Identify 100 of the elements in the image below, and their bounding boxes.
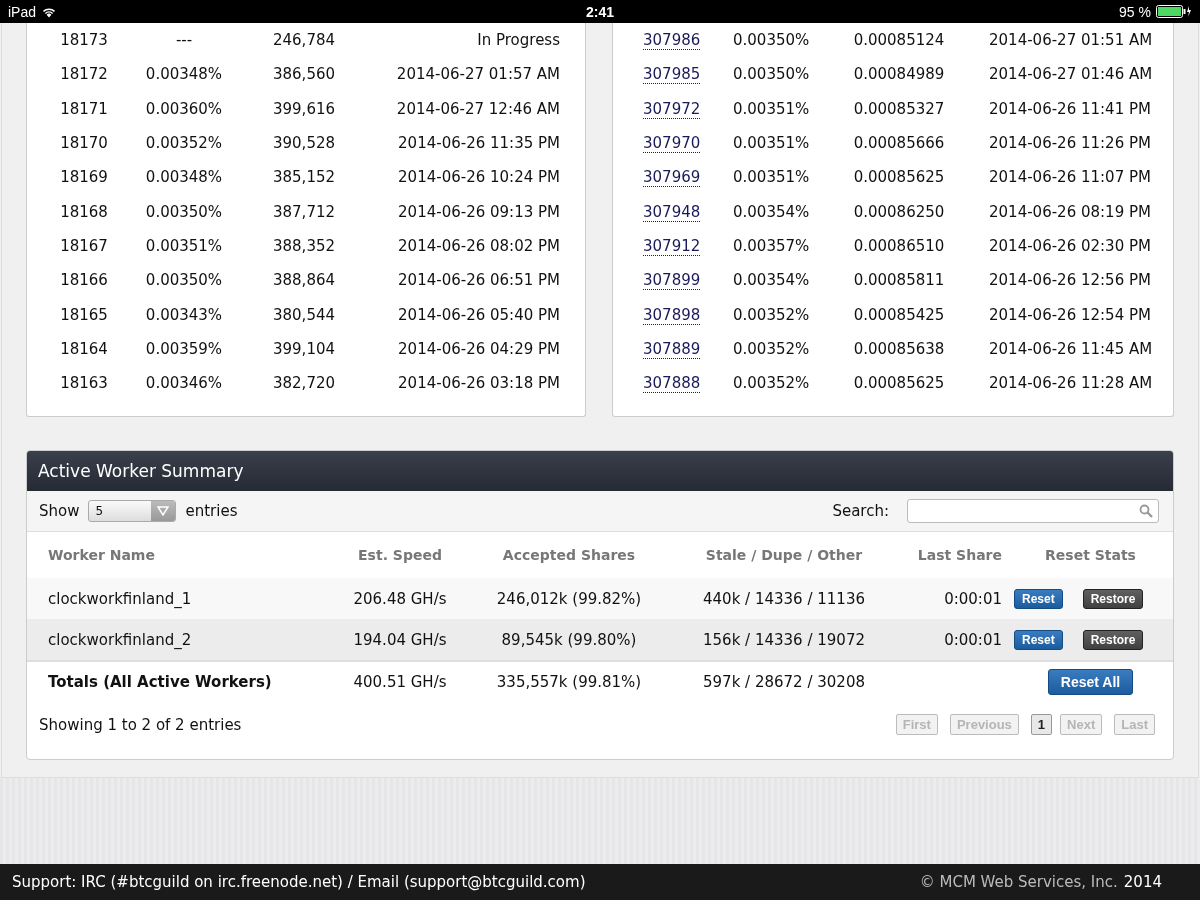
column-header[interactable]: Stale / Dupe / Other — [677, 532, 891, 579]
block-time: 2014-06-26 02:30 PM — [989, 236, 1151, 255]
reward-amount: 0.00085327 — [852, 99, 946, 118]
panel-title: Active Worker Summary — [38, 461, 244, 482]
block-link[interactable]: 307985 — [643, 65, 701, 85]
block-time: 2014-06-26 11:26 PM — [989, 134, 1151, 153]
block-time: 2014-06-26 06:51 PM — [397, 271, 560, 290]
table-cell-text: 388,352 — [272, 236, 336, 255]
block-link[interactable]: 307889 — [643, 339, 701, 359]
reward-amount: 0.00084989 — [852, 65, 946, 84]
stale-cell: 597k / 28672 / 30208 — [677, 661, 891, 703]
copyright-text: © MCM Web Services, Inc. — [919, 873, 1118, 891]
block-number: 18163 — [59, 374, 109, 393]
search-icon — [1139, 504, 1153, 519]
worker-name: clockworkfinland_2 — [27, 619, 339, 662]
table-cell-text: 388,864 — [272, 271, 336, 290]
pagination-button[interactable]: 1 — [1030, 714, 1053, 736]
share-percent: 0.00351% — [144, 236, 224, 255]
entries-info: Showing 1 to 2 of 2 entries — [39, 715, 242, 734]
column-header[interactable]: Worker Name — [27, 532, 339, 579]
reward-amount: 0.00085666 — [852, 134, 946, 153]
reset-all-button[interactable]: Reset All — [1047, 669, 1134, 696]
dropdown-arrow-icon — [157, 506, 170, 517]
totals-label: Totals (All Active Workers) — [27, 661, 339, 703]
column-header[interactable]: Est. Speed — [339, 532, 461, 579]
block-time: 2014-06-26 05:40 PM — [397, 305, 560, 324]
reward-amount: 0.00085124 — [852, 31, 946, 50]
last-share-cell: 0:00:01 — [891, 578, 1008, 620]
block-time: 2014-06-26 10:24 PM — [397, 168, 560, 187]
block-number: 18168 — [59, 202, 109, 221]
share-percent: 0.00350% — [144, 271, 224, 290]
battery-icon — [1156, 5, 1192, 18]
block-time: 2014-06-26 11:28 AM — [989, 374, 1153, 393]
share-percent: 0.00348% — [144, 168, 224, 187]
column-header[interactable]: Last Share — [891, 532, 1008, 579]
block-link[interactable]: 307948 — [643, 202, 701, 222]
share-percent: 0.00351% — [733, 134, 809, 153]
reward-amount: 0.00086510 — [852, 236, 946, 255]
column-header[interactable]: Reset Stats — [1008, 532, 1173, 579]
share-percent: 0.00359% — [144, 339, 224, 358]
share-percent: 0.00352% — [144, 134, 224, 153]
share-percent: 0.00346% — [144, 374, 224, 393]
table-cell-text: 390,528 — [272, 134, 336, 153]
block-link[interactable]: 307899 — [643, 271, 701, 291]
block-link[interactable]: 307888 — [643, 374, 701, 394]
reward-amount: 0.00085811 — [852, 271, 946, 290]
column-header[interactable]: Accepted Shares — [461, 532, 677, 579]
table-cell-text: 382,720 — [272, 374, 336, 393]
battery-percent: 95 % — [1119, 3, 1151, 20]
entries-label: entries — [185, 502, 238, 521]
share-percent: 0.00351% — [733, 168, 809, 187]
block-link[interactable]: 307970 — [643, 134, 701, 154]
block-time: 2014-06-27 01:46 AM — [989, 65, 1153, 84]
block-number: 18164 — [59, 339, 109, 358]
block-link[interactable]: 307969 — [643, 168, 701, 188]
show-label: Show — [39, 502, 80, 521]
block-number: 18165 — [59, 305, 109, 324]
search-field[interactable] — [907, 499, 1159, 524]
block-time: 2014-06-27 12:46 AM — [395, 99, 560, 118]
block-link[interactable]: 307986 — [643, 31, 701, 51]
block-time: 2014-06-26 09:13 PM — [397, 202, 560, 221]
block-time: 2014-06-26 12:54 PM — [989, 305, 1151, 324]
share-percent: 0.00352% — [733, 305, 809, 324]
block-link[interactable]: 307912 — [643, 236, 701, 256]
share-percent: --- — [174, 31, 194, 50]
table-cell-text: 386,560 — [272, 65, 336, 84]
stale-cell: 156k / 14336 / 19072 — [677, 619, 891, 662]
accepted-cell: 246,012k (99.82%) — [461, 578, 677, 620]
last-share-cell: 0:00:01 — [891, 619, 1008, 662]
block-number: 18166 — [59, 271, 109, 290]
block-time: 2014-06-27 01:57 AM — [395, 65, 560, 84]
block-number: 18171 — [59, 99, 109, 118]
table-cell-text: 399,104 — [272, 339, 336, 358]
block-time: 2014-06-26 11:41 PM — [989, 99, 1151, 118]
table-cell-text: 246,784 — [272, 31, 336, 50]
reward-amount: 0.00085425 — [852, 305, 946, 324]
reward-amount: 0.00085638 — [852, 339, 946, 358]
block-number: 18170 — [59, 134, 109, 153]
block-number: 18173 — [59, 31, 109, 50]
reset-button[interactable]: Reset — [1014, 588, 1063, 609]
share-percent: 0.00354% — [733, 271, 809, 290]
page-size-select[interactable]: 5 — [88, 500, 177, 523]
share-percent: 0.00351% — [733, 99, 809, 118]
share-percent: 0.00360% — [144, 99, 224, 118]
share-percent: 0.00350% — [733, 65, 809, 84]
block-time: 2014-06-26 11:45 AM — [989, 339, 1153, 358]
block-time: 2014-06-26 08:19 PM — [989, 202, 1151, 221]
accepted-cell: 335,557k (99.81%) — [461, 661, 677, 703]
block-link[interactable]: 307898 — [643, 305, 701, 325]
restore-button[interactable]: Restore — [1082, 588, 1144, 609]
speed-cell: 206.48 GH/s — [339, 578, 461, 620]
block-number: 18172 — [59, 65, 109, 84]
share-percent: 0.00357% — [733, 236, 809, 255]
block-number: 18167 — [59, 236, 109, 255]
search-label: Search: — [832, 502, 889, 521]
reset-button[interactable]: Reset — [1014, 629, 1063, 650]
restore-button[interactable]: Restore — [1082, 629, 1144, 650]
block-link[interactable]: 307972 — [643, 99, 701, 119]
worker-name: clockworkfinland_1 — [27, 578, 339, 620]
share-percent: 0.00354% — [733, 202, 809, 221]
